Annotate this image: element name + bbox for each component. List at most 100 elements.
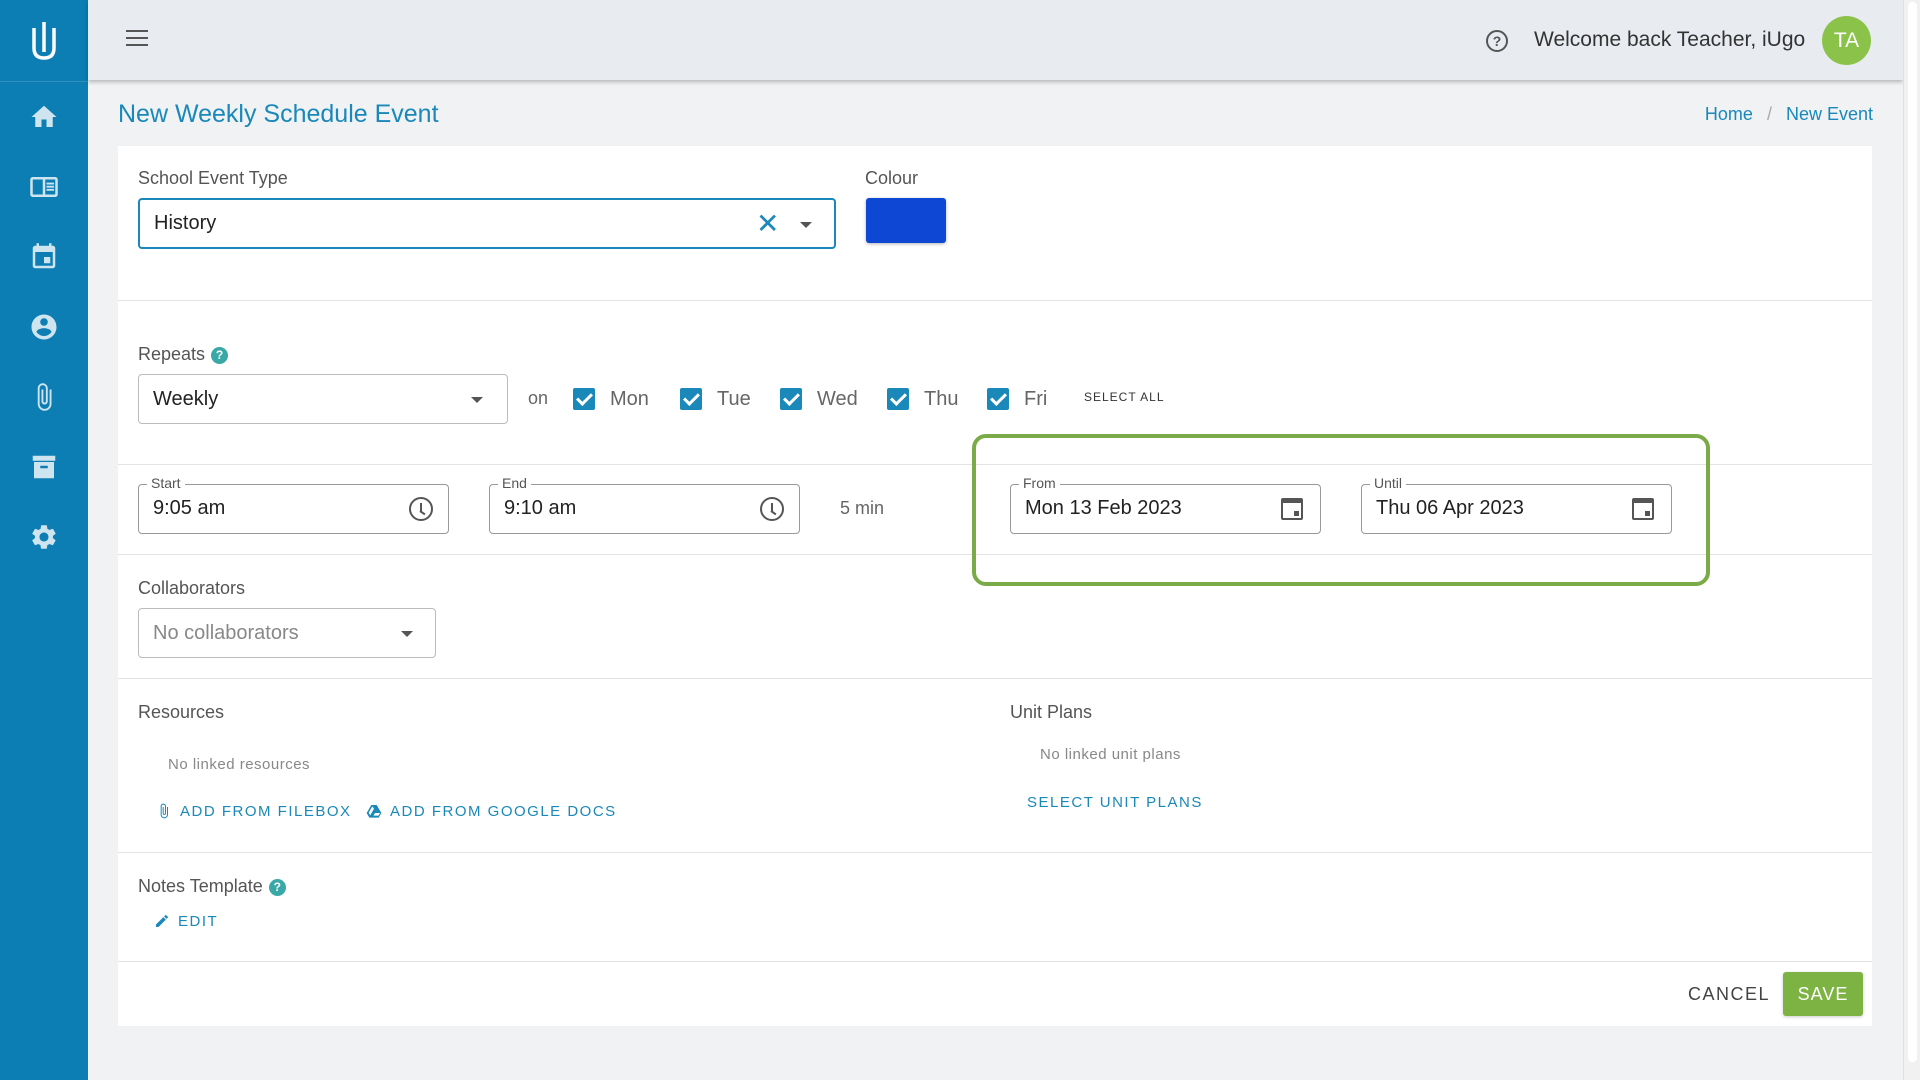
day-label-thu: Thu — [924, 388, 959, 410]
until-date-value: Thu 06 Apr 2023 — [1376, 497, 1524, 519]
chevron-down-icon[interactable] — [800, 222, 812, 228]
paperclip-icon — [37, 383, 52, 411]
sidebar-item-book[interactable] — [0, 152, 88, 222]
add-from-google-docs-label: ADD FROM GOOGLE DOCS — [390, 802, 617, 820]
event-type-value: History — [154, 212, 217, 234]
from-date-label: From — [1019, 475, 1060, 491]
event-type-label: School Event Type — [138, 168, 288, 188]
add-from-filebox-label: ADD FROM FILEBOX — [180, 802, 352, 820]
end-time-value: 9:10 am — [504, 497, 577, 519]
colour-label: Colour — [865, 168, 919, 188]
checkbox-mon[interactable] — [573, 388, 595, 410]
breadcrumb-home[interactable]: Home — [1705, 104, 1753, 124]
add-from-filebox-button[interactable]: ADD FROM FILEBOX — [156, 802, 352, 820]
account-icon — [31, 314, 57, 340]
resources-label: Resources — [138, 702, 225, 722]
menu-icon[interactable] — [126, 30, 148, 48]
select-unit-plans-button[interactable]: SELECT UNIT PLANS — [1027, 794, 1203, 811]
unit-plans-label: Unit Plans — [1010, 702, 1093, 722]
sidebar-item-account[interactable] — [0, 292, 88, 362]
repeats-label: Repeats? — [138, 344, 229, 365]
repeats-label-text: Repeats — [138, 344, 206, 364]
edit-notes-template-button[interactable]: EDIT — [154, 912, 218, 930]
pencil-icon — [156, 914, 168, 927]
add-from-google-docs-button[interactable]: ADD FROM GOOGLE DOCS — [366, 802, 617, 820]
divider — [118, 300, 1872, 301]
app-logo[interactable] — [0, 0, 88, 82]
event-form-card: School Event Type History ✕ Colour Repea… — [118, 146, 1872, 1026]
collaborators-label: Collaborators — [138, 578, 246, 598]
notes-template-label: Notes Template? — [138, 876, 286, 897]
from-date-field[interactable]: From Mon 13 Feb 2023 — [1010, 475, 1321, 534]
repeats-value: Weekly — [153, 387, 219, 410]
end-time-field[interactable]: End 9:10 am — [489, 475, 800, 534]
checkbox-wed[interactable] — [780, 388, 802, 410]
checkbox-fri[interactable] — [987, 388, 1009, 410]
sidebar-item-attachments[interactable] — [0, 362, 88, 432]
chevron-down-icon[interactable] — [401, 631, 413, 637]
help-icon[interactable]: ? — [1486, 30, 1508, 52]
collaborators-placeholder: No collaborators — [153, 621, 299, 644]
repeats-select[interactable]: Weekly — [138, 374, 508, 424]
clock-icon[interactable] — [409, 497, 433, 521]
until-date-field[interactable]: Until Thu 06 Apr 2023 — [1361, 475, 1672, 534]
breadcrumb-separator: / — [1766, 104, 1772, 124]
collaborators-select[interactable]: No collaborators — [138, 608, 436, 658]
divider — [118, 554, 1872, 555]
divider — [118, 678, 1872, 679]
cancel-button[interactable]: CANCEL — [1688, 984, 1770, 1005]
sidebar-item-home[interactable] — [0, 82, 88, 152]
save-button[interactable]: SAVE — [1783, 972, 1863, 1016]
repeats-help-icon[interactable]: ? — [211, 346, 229, 364]
calendar-icon — [32, 243, 56, 269]
start-time-label: Start — [147, 475, 185, 491]
day-label-tue: Tue — [717, 388, 751, 410]
divider — [118, 852, 1872, 853]
divider — [118, 464, 1872, 465]
avatar[interactable]: TA — [1822, 16, 1871, 65]
calendar-icon[interactable] — [1632, 498, 1654, 520]
edit-label: EDIT — [178, 912, 219, 930]
event-type-select[interactable]: History ✕ — [138, 198, 836, 249]
breadcrumb-new-event[interactable]: New Event — [1786, 104, 1873, 124]
day-label-mon: Mon — [610, 388, 649, 410]
duration-text: 5 min — [840, 498, 885, 518]
no-resources-text: No linked resources — [168, 756, 311, 773]
page-title: New Weekly Schedule Event — [118, 100, 439, 128]
day-label-fri: Fri — [1024, 388, 1048, 410]
on-label: on — [528, 388, 549, 408]
sidebar-item-calendar[interactable] — [0, 222, 88, 292]
page-scrollbar[interactable] — [1903, 0, 1920, 1080]
notes-template-help-icon[interactable]: ? — [268, 878, 286, 896]
from-date-value: Mon 13 Feb 2023 — [1025, 497, 1182, 519]
divider — [118, 961, 1872, 962]
book-icon — [30, 177, 58, 197]
chevron-down-icon[interactable] — [471, 397, 483, 403]
clock-icon[interactable] — [760, 497, 784, 521]
checkbox-tue[interactable] — [680, 388, 702, 410]
gear-icon — [32, 525, 56, 549]
breadcrumb: Home / New Event — [1705, 104, 1873, 125]
no-unit-plans-text: No linked unit plans — [1040, 746, 1181, 763]
day-label-wed: Wed — [817, 388, 858, 410]
end-time-label: End — [498, 475, 531, 491]
notes-template-label-text: Notes Template — [138, 876, 263, 896]
colour-swatch[interactable] — [866, 198, 946, 243]
home-icon — [31, 105, 57, 127]
checkbox-thu[interactable] — [887, 388, 909, 410]
start-time-field[interactable]: Start 9:05 am — [138, 475, 449, 534]
archive-icon — [32, 455, 56, 479]
paperclip-icon — [160, 803, 168, 819]
google-drive-icon — [366, 805, 382, 818]
sidebar-item-settings[interactable] — [0, 502, 88, 572]
calendar-icon[interactable] — [1281, 498, 1303, 520]
clear-icon[interactable]: ✕ — [756, 210, 779, 238]
app-logo-icon — [32, 21, 56, 60]
welcome-message: Welcome back Teacher, iUgo — [1534, 28, 1806, 51]
select-all-button[interactable]: SELECT ALL — [1084, 390, 1165, 404]
until-date-label: Until — [1370, 475, 1407, 491]
top-header: ? Welcome back Teacher, iUgo TA — [88, 0, 1903, 80]
start-time-value: 9:05 am — [153, 497, 226, 519]
sidebar-item-archive[interactable] — [0, 432, 88, 502]
sidebar — [0, 0, 88, 1080]
